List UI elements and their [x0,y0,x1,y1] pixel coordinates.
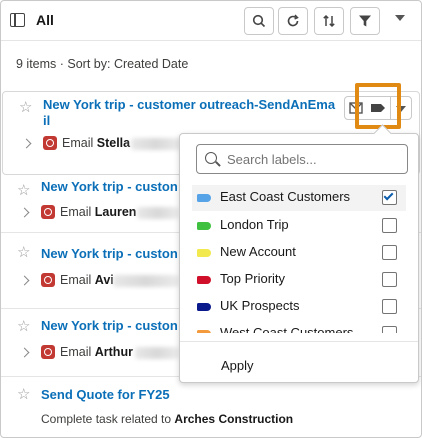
star-icon[interactable]: ☆ [17,317,30,335]
label-option[interactable]: London Trip [192,213,406,239]
list-title: All [36,12,54,28]
list-summary: 9 items · Sort by: Created Date [16,57,189,71]
activity-list-panel: All 9 items · Sort by: Created Date ☆ Ne… [0,0,422,438]
label-icon [197,276,211,284]
label-checkbox[interactable] [382,218,397,233]
item-title[interactable]: New York trip - custon [41,179,178,195]
label-icon [197,194,211,202]
star-icon[interactable]: ☆ [17,243,30,261]
filter-icon [359,15,371,27]
item-title[interactable]: Send Quote for FY25 [41,387,170,403]
list-item[interactable]: ☆ Send Quote for FY25 Complete task rela… [1,377,421,437]
label-icon [197,249,211,257]
label-checkbox[interactable] [382,299,397,314]
apply-button[interactable]: Apply [221,358,254,373]
star-icon[interactable]: ☆ [19,98,32,116]
label-icon [197,330,211,333]
sort-button[interactable] [314,7,344,35]
item-title[interactable]: New York trip - customer outreach-SendAn… [43,97,335,129]
email-subject: Email Lauren [60,205,137,219]
highlight-box [355,83,401,129]
chevron-right-icon[interactable] [21,138,32,149]
label-checkbox[interactable] [382,326,397,333]
check-icon [383,190,394,201]
labels-dropdown: Search labels... East Coast Customers Lo… [179,133,419,383]
star-icon[interactable]: ☆ [17,181,30,199]
label-checkbox[interactable] [382,272,397,287]
refresh-icon [287,14,299,27]
email-subject: Email Avi [60,273,114,287]
email-icon [43,136,57,150]
search-icon [252,14,266,28]
chevron-right-icon[interactable] [19,207,30,218]
email-subject: Email Stella [62,136,131,150]
search-icon [205,152,217,164]
label-list: East Coast Customers London Trip New Acc… [180,185,420,333]
email-icon [41,205,55,219]
label-option[interactable]: UK Prospects [192,294,406,320]
redacted-text [137,207,179,219]
email-icon [41,273,55,287]
label-checkbox[interactable] [382,190,397,205]
redacted-text [135,347,179,359]
refresh-button[interactable] [278,7,308,35]
label-option[interactable]: New Account [192,240,406,266]
label-option[interactable]: West Coast Customers [192,321,406,333]
chevron-right-icon[interactable] [19,275,30,286]
chevron-down-icon[interactable] [395,15,405,21]
search-button[interactable] [244,7,274,35]
task-description: Complete task related to Arches Construc… [41,412,294,426]
redacted-text [113,275,179,287]
label-icon [197,303,211,311]
search-labels-input[interactable]: Search labels... [196,144,408,174]
email-subject: Email Arthur [60,345,133,359]
redacted-text [131,138,181,150]
filter-button[interactable] [350,7,380,35]
label-option[interactable]: East Coast Customers [192,185,406,211]
sort-icon [323,14,335,28]
label-option[interactable]: Top Priority [192,267,406,293]
list-header: All [1,1,421,41]
chevron-right-icon[interactable] [19,347,30,358]
divider [180,341,418,342]
star-icon[interactable]: ☆ [17,385,30,403]
email-icon [41,345,55,359]
label-icon [197,222,211,230]
list-view-icon [10,13,25,27]
item-title[interactable]: New York trip - custon [41,246,178,262]
item-title[interactable]: New York trip - custon [41,318,178,334]
label-checkbox[interactable] [382,245,397,260]
